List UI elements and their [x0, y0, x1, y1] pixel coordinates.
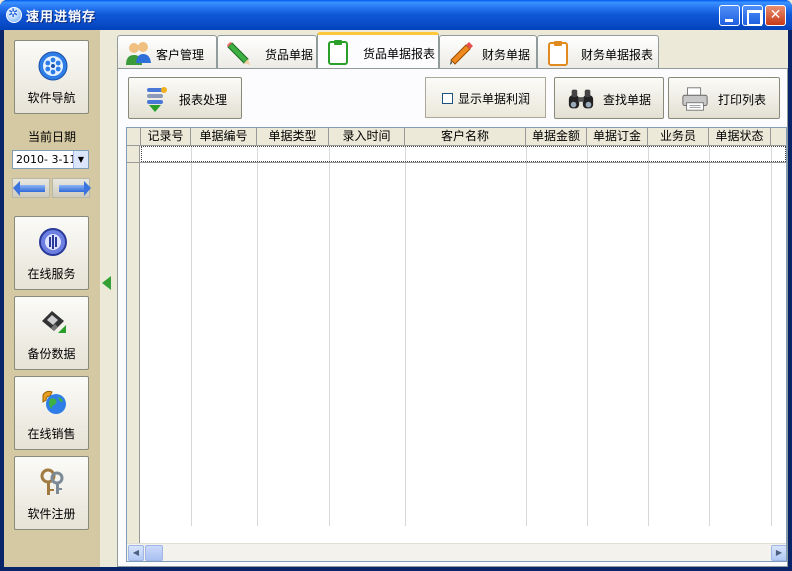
tab-label: 货品单据报表 — [363, 47, 436, 61]
tab-label: 货品单据 — [265, 48, 314, 62]
scroll-right-icon[interactable]: ▶ — [771, 545, 786, 561]
navigation-icon — [38, 51, 68, 81]
software-register-label: 软件注册 — [27, 507, 76, 521]
chevron-down-icon[interactable]: ▼ — [73, 151, 88, 168]
column-divider — [257, 146, 258, 526]
column-divider — [526, 146, 527, 526]
online-sales-button[interactable]: 在线销售 — [14, 376, 89, 450]
report-process-button[interactable]: 报表处理 — [128, 77, 242, 119]
tab-finance-document-report[interactable]: 财务单据报表 — [537, 35, 659, 68]
arrow-left-icon — [13, 181, 45, 196]
keys-icon — [40, 468, 64, 495]
backup-disk-icon — [42, 311, 66, 333]
backup-data-label: 备份数据 — [27, 347, 76, 361]
arrow-right-icon — [59, 181, 91, 196]
window-title: 速用进销存 — [26, 10, 97, 25]
column-header[interactable]: 业务员 — [648, 128, 709, 146]
software-navigation-label: 软件导航 — [27, 91, 76, 105]
client-area: 软件导航 当前日期 2010- 3-11 ▼ 在线服务 备份数据 在线销售 软件… — [4, 30, 788, 567]
column-divider — [191, 146, 192, 526]
binoculars-icon — [568, 89, 594, 109]
show-profit-checkbox[interactable] — [442, 93, 453, 104]
online-service-label: 在线服务 — [27, 267, 76, 281]
column-divider — [771, 146, 772, 526]
tab-panel-goods-document-report: 报表处理 显示单据利润 查找单据 打印列表 记录号 单据编号 单据类型 录入时间… — [117, 68, 788, 567]
find-document-label: 查找单据 — [603, 93, 652, 107]
backup-data-button[interactable]: 备份数据 — [14, 296, 89, 370]
row-indicator-column — [127, 146, 140, 543]
column-divider — [648, 146, 649, 526]
column-header[interactable]: 单据类型 — [257, 128, 329, 146]
column-header[interactable]: 记录号 — [141, 128, 191, 146]
software-register-button[interactable]: 软件注册 — [14, 456, 89, 530]
report-grid[interactable]: 记录号 单据编号 单据类型 录入时间 客户名称 单据金额 单据订金 业务员 单据… — [126, 127, 787, 562]
tab-customer-management[interactable]: 客户管理 — [117, 35, 217, 68]
tab-label: 客户管理 — [156, 48, 205, 62]
show-profit-label: 显示单据利润 — [458, 92, 531, 106]
online-service-icon — [39, 228, 67, 256]
globe-phone-icon — [42, 390, 66, 414]
column-divider — [405, 146, 406, 526]
column-divider — [587, 146, 588, 526]
scroll-thumb[interactable] — [145, 545, 163, 561]
tab-label: 财务单据 — [482, 48, 531, 62]
collapse-arrow-icon[interactable] — [102, 276, 111, 290]
column-header[interactable]: 录入时间 — [329, 128, 405, 146]
grid-header: 记录号 单据编号 单据类型 录入时间 客户名称 单据金额 单据订金 业务员 单据… — [127, 128, 786, 146]
pencil-icon — [227, 42, 250, 65]
column-header[interactable]: 单据状态 — [709, 128, 771, 146]
find-document-button[interactable]: 查找单据 — [554, 77, 664, 119]
software-navigation-button[interactable]: 软件导航 — [14, 40, 89, 114]
tab-goods-documents[interactable]: 货品单据 — [217, 35, 317, 68]
current-date-label: 当前日期 — [27, 130, 76, 144]
show-profit-option[interactable]: 显示单据利润 — [425, 77, 546, 118]
date-picker[interactable]: 2010- 3-11 ▼ — [12, 150, 89, 169]
online-service-button[interactable]: 在线服务 — [14, 216, 89, 290]
horizontal-scrollbar[interactable]: ◀ ▶ — [127, 543, 786, 561]
app-icon — [6, 6, 22, 23]
date-value: 2010- 3-11 — [16, 153, 77, 166]
scroll-left-icon[interactable]: ◀ — [128, 545, 144, 561]
close-button[interactable]: ✕ — [765, 5, 786, 26]
next-date-button[interactable] — [52, 178, 91, 198]
column-divider — [329, 146, 330, 526]
column-divider — [709, 146, 710, 526]
sidebar-splitter[interactable] — [100, 30, 114, 567]
online-sales-label: 在线销售 — [27, 427, 76, 441]
minimize-button[interactable] — [719, 5, 740, 26]
edit-pencil-icon — [450, 42, 473, 65]
customers-icon — [126, 42, 151, 65]
table-row[interactable] — [141, 146, 786, 162]
app-window: 速用进销存 ✕ 软件导航 当前日期 2010- 3 — [0, 0, 792, 571]
print-list-label: 打印列表 — [718, 93, 767, 107]
report-process-label: 报表处理 — [179, 93, 228, 107]
header-row-indicator — [127, 128, 141, 146]
title-bar[interactable]: 速用进销存 ✕ — [0, 0, 792, 30]
row-divider — [127, 162, 786, 163]
column-header[interactable]: 客户名称 — [405, 128, 526, 146]
maximize-button[interactable] — [742, 5, 763, 26]
report-process-icon — [147, 87, 167, 112]
tab-label: 财务单据报表 — [581, 48, 654, 62]
column-header[interactable]: 单据金额 — [526, 128, 587, 146]
column-header[interactable]: 单据编号 — [191, 128, 257, 146]
clipboard-icon — [328, 40, 348, 65]
printer-icon — [682, 87, 708, 111]
clipboard-orange-icon — [548, 41, 568, 66]
sidebar: 软件导航 当前日期 2010- 3-11 ▼ 在线服务 备份数据 在线销售 软件… — [4, 30, 100, 567]
tab-finance-documents[interactable]: 财务单据 — [439, 35, 537, 68]
previous-date-button[interactable] — [12, 178, 50, 198]
print-list-button[interactable]: 打印列表 — [668, 77, 780, 119]
tab-goods-document-report[interactable]: 货品单据报表 — [317, 32, 439, 69]
column-header[interactable]: 单据订金 — [587, 128, 648, 146]
